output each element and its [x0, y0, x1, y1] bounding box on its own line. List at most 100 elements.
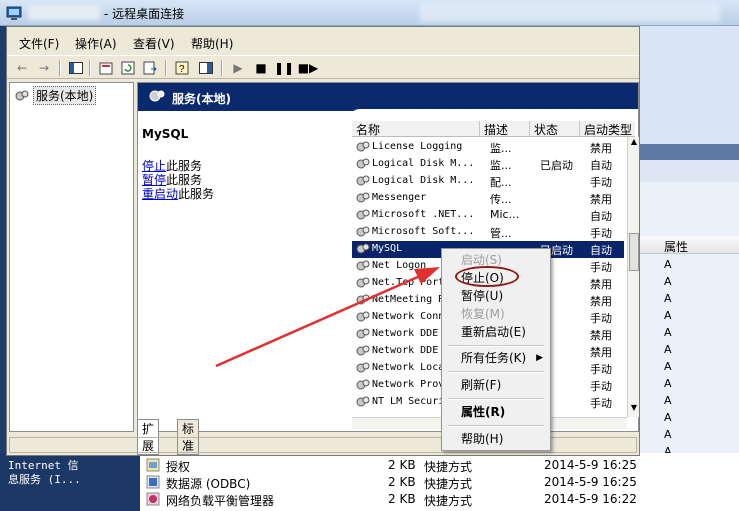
list-header: 名称 描述 状态 启动类型: [352, 121, 635, 137]
rdp-title-bar: - 远程桌面连接: [0, 0, 739, 26]
service-startup-type: 手动: [590, 380, 612, 393]
shortcut-icon: [146, 475, 160, 489]
col-status[interactable]: 状态: [530, 121, 580, 137]
pause-service-icon[interactable]: ❚❚: [274, 59, 294, 77]
menu-item-properties[interactable]: 属性(R): [443, 403, 549, 421]
attr-column-header: 属性: [664, 240, 689, 254]
attr-cell: A: [664, 428, 672, 441]
service-description: 管...: [490, 227, 512, 240]
attr-cell: A: [664, 377, 672, 390]
menu-file[interactable]: 文件(F): [19, 35, 59, 52]
file-size: 2 KB: [388, 458, 416, 472]
col-name[interactable]: 名称: [352, 121, 480, 137]
start-service-icon[interactable]: ▶: [229, 59, 247, 77]
refresh-icon[interactable]: [119, 59, 137, 77]
file-row[interactable]: 网络负载平衡管理器 2 KB 快捷方式 2014-5-9 16:22: [140, 491, 739, 508]
service-startup-type: 手动: [590, 176, 612, 189]
service-gear-icon: [356, 277, 370, 288]
menu-item-resume[interactable]: 恢复(M): [443, 305, 549, 323]
menu-item-pause[interactable]: 暂停(U): [443, 287, 549, 305]
tree-item-services-local[interactable]: 服务(本地): [14, 86, 97, 105]
details-pane: 服务(本地) MySQL 停止此服务 暂停此服务 重启动此服务 名称 描述 状态…: [137, 82, 639, 432]
menu-separator: [448, 398, 544, 400]
service-name: Logical Disk M...: [372, 158, 475, 169]
background-column-header: 属性: [640, 236, 739, 254]
service-startup-type: 手动: [590, 261, 612, 274]
service-gear-icon: [356, 311, 370, 322]
restart-service-action: 重启动此服务: [142, 185, 214, 202]
col-startup-type[interactable]: 启动类型: [580, 121, 635, 137]
annotation-ellipse: [455, 266, 519, 287]
service-description: 监...: [490, 159, 512, 172]
service-startup-type: 自动: [590, 244, 612, 257]
service-row[interactable]: Logical Disk M... 配... 手动: [352, 173, 624, 190]
remote-desktop-icon: [6, 6, 22, 20]
menu-item-help[interactable]: 帮助(H): [443, 430, 549, 448]
service-row[interactable]: Logical Disk M... 监... 已启动 自动: [352, 156, 624, 173]
submenu-arrow-icon: ▶: [536, 353, 543, 363]
file-row[interactable]: 授权 2 KB 快捷方式 2014-5-9 16:25: [140, 457, 739, 474]
service-row[interactable]: Microsoft Soft... 管... 手动: [352, 224, 624, 241]
service-row[interactable]: License Logging 监... 禁用: [352, 139, 624, 156]
service-gear-icon: [356, 260, 370, 271]
scroll-down-icon[interactable]: ▼: [629, 403, 639, 415]
service-gear-icon: [356, 243, 370, 254]
toolbar: ← → ? ▶ ■ ❚❚ ■▶: [7, 55, 639, 79]
stop-service-icon[interactable]: ■: [252, 59, 270, 77]
menu-view[interactable]: 查看(V): [133, 35, 175, 52]
restart-link[interactable]: 重启动: [142, 187, 178, 201]
back-icon[interactable]: ←: [13, 59, 31, 77]
service-name: MySQL: [372, 243, 403, 254]
attr-cell: A: [664, 411, 672, 424]
export-list-icon[interactable]: [141, 59, 159, 77]
service-gear-icon: [356, 328, 370, 339]
attr-cell: A: [664, 309, 672, 322]
file-name: 授权: [166, 460, 191, 474]
service-name: Network Prov: [372, 379, 445, 390]
attr-cell: A: [664, 343, 672, 356]
menu-help[interactable]: 帮助(H): [191, 35, 233, 52]
background-explorer-top: [640, 26, 739, 144]
show-tree-icon[interactable]: [67, 59, 85, 77]
forward-icon[interactable]: →: [35, 59, 53, 77]
service-name: Messenger: [372, 192, 427, 203]
scroll-thumb[interactable]: [629, 233, 639, 271]
file-type: 快捷方式: [424, 494, 473, 508]
menu-item-refresh[interactable]: 刷新(F): [443, 376, 549, 394]
file-name: 网络负载平衡管理器: [166, 494, 275, 508]
service-startup-type: 禁用: [590, 142, 612, 155]
menu-item-restart[interactable]: 重新启动(E): [443, 323, 549, 341]
service-gear-icon: [356, 209, 370, 220]
service-description: 传...: [490, 193, 512, 206]
scroll-up-icon[interactable]: ▲: [629, 137, 639, 149]
toolbar-separator: [89, 60, 91, 76]
shortcut-icon: [146, 492, 160, 506]
host-name-redacted: [28, 5, 100, 20]
service-name: License Logging: [372, 141, 463, 152]
service-row[interactable]: Messenger 传... 禁用: [352, 190, 624, 207]
service-startup-type: 禁用: [590, 329, 612, 342]
file-type: 快捷方式: [424, 477, 473, 491]
service-row[interactable]: Microsoft .NET... Mic... 自动: [352, 207, 624, 224]
service-startup-type: 手动: [590, 363, 612, 376]
menu-action[interactable]: 操作(A): [75, 35, 117, 52]
service-gear-icon: [356, 379, 370, 390]
help-icon[interactable]: ?: [173, 59, 191, 77]
vertical-scrollbar[interactable]: ▲ ▼: [627, 137, 639, 417]
attr-cell: A: [664, 326, 672, 339]
toolbar-separator: [165, 60, 167, 76]
properties-icon[interactable]: [97, 59, 115, 77]
service-description: 配...: [490, 176, 512, 189]
service-name: Net.Tcp Port: [372, 277, 445, 288]
service-startup-type: 自动: [590, 159, 612, 172]
window-title: - 远程桌面连接: [104, 7, 185, 21]
service-gear-icon: [356, 175, 370, 186]
col-description[interactable]: 描述: [480, 121, 530, 137]
show-action-pane-icon[interactable]: [197, 59, 215, 77]
restart-service-icon[interactable]: ■▶: [298, 59, 319, 77]
file-row[interactable]: 数据源 (ODBC) 2 KB 快捷方式 2014-5-9 16:25: [140, 474, 739, 491]
menu-item-all-tasks[interactable]: 所有任务(K) ▶: [443, 349, 549, 367]
menu-separator: [448, 425, 544, 427]
menu-separator: [448, 371, 544, 373]
gears-icon: [15, 90, 29, 100]
